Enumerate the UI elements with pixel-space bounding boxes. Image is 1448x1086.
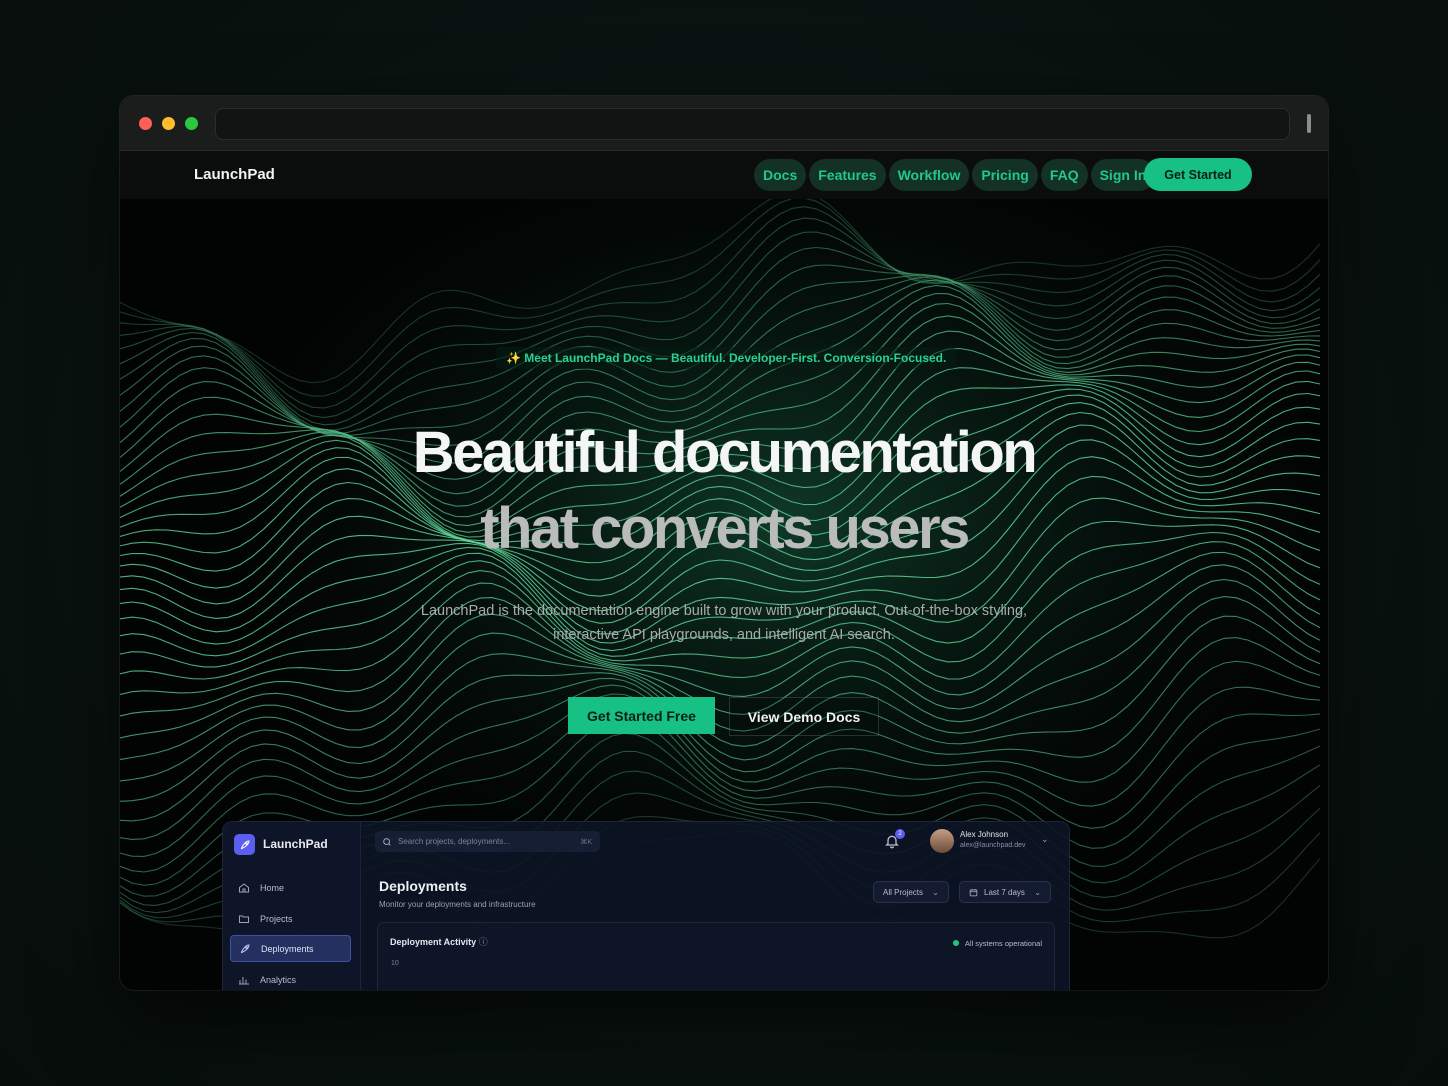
browser-window: LaunchPad Docs Features Workflow Pricing…: [120, 96, 1328, 990]
rocket-icon: [239, 942, 253, 956]
search-shortcut: ⌘K: [580, 838, 592, 846]
notification-count-badge: 2: [895, 829, 905, 839]
nav-links: Docs Features Workflow Pricing FAQ Sign …: [754, 159, 1156, 191]
announcement-badge[interactable]: ✨ Meet LaunchPad Docs — Beautiful. Devel…: [496, 347, 957, 369]
page-title: Deployments: [379, 878, 467, 894]
dashboard-sidebar: LaunchPad Home Projects Deployments Anal…: [223, 822, 361, 990]
folder-icon: [238, 912, 252, 926]
hero-section: ✨ Meet LaunchPad Docs — Beautiful. Devel…: [120, 199, 1328, 990]
nav-link-faq[interactable]: FAQ: [1040, 159, 1088, 191]
close-window-button[interactable]: [139, 117, 152, 130]
dashboard-preview: LaunchPad Home Projects Deployments Anal…: [222, 821, 1070, 990]
status-indicator: All systems operational: [952, 935, 1042, 951]
sidebar-item-label: Analytics: [260, 974, 297, 985]
chevron-down-icon[interactable]: ⌄: [1041, 834, 1049, 845]
get-started-free-button[interactable]: Get Started Free: [568, 697, 715, 734]
sidebar-item-label: Deployments: [261, 943, 314, 954]
info-icon: ⓘ: [478, 937, 488, 947]
nav-link-workflow[interactable]: Workflow: [888, 159, 970, 191]
nav-link-features[interactable]: Features: [809, 159, 886, 191]
browser-menu-handle[interactable]: [1307, 114, 1311, 133]
calendar-icon: [969, 888, 978, 896]
home-icon: [238, 881, 252, 895]
date-range-select[interactable]: Last 7 days ⌄: [959, 881, 1051, 903]
activity-sparkline: [378, 953, 1054, 990]
nav-link-pricing[interactable]: Pricing: [972, 159, 1038, 191]
search-icon: [383, 837, 391, 846]
date-range-label: Last 7 days: [984, 887, 1025, 897]
search-placeholder: Search projects, deployments...: [398, 837, 511, 846]
projects-filter-label: All Projects: [883, 887, 924, 897]
browser-chrome: [120, 96, 1328, 151]
rocket-logo-icon: [234, 834, 255, 855]
sidebar-item-analytics[interactable]: Analytics: [230, 966, 351, 990]
get-started-button[interactable]: Get Started: [1144, 158, 1252, 191]
deployment-activity-card: Deployment Activity ⓘ All systems operat…: [377, 922, 1055, 990]
hero-subtitle: LaunchPad is the documentation engine bu…: [420, 603, 1028, 643]
hero-title-line-2: that converts users: [480, 496, 970, 561]
status-dot: [952, 940, 959, 946]
chevron-down-icon: ⌄: [1034, 887, 1041, 897]
address-bar[interactable]: [215, 108, 1290, 140]
sidebar-item-projects[interactable]: Projects: [230, 905, 351, 932]
sidebar-item-label: Projects: [260, 913, 293, 924]
minimize-window-button[interactable]: [162, 117, 175, 130]
hero-title-line-1: Beautiful documentation: [412, 420, 1038, 485]
card-title: Deployment Activity ⓘ: [390, 937, 488, 947]
nav-link-docs[interactable]: Docs: [754, 159, 807, 191]
view-demo-docs-button[interactable]: View Demo Docs: [729, 697, 879, 736]
user-email: alex@launchpad.dev: [960, 842, 1026, 849]
bar-chart-icon: [238, 973, 252, 987]
dashboard-search-input[interactable]: Search projects, deployments... ⌘K: [375, 831, 600, 852]
page-subtitle: Monitor your deployments and infrastruct…: [379, 900, 536, 909]
sidebar-item-home[interactable]: Home: [230, 874, 351, 901]
site-navbar: LaunchPad Docs Features Workflow Pricing…: [120, 151, 1328, 199]
status-text: All systems operational: [964, 938, 1042, 948]
projects-filter-select[interactable]: All Projects ⌄: [873, 881, 949, 903]
chevron-down-icon: ⌄: [932, 887, 939, 897]
avatar[interactable]: [930, 829, 954, 853]
user-name: Alex Johnson: [960, 830, 1009, 839]
sidebar-item-label: Home: [260, 882, 285, 893]
brand-logo-text[interactable]: LaunchPad: [194, 166, 275, 183]
sidebar-item-deployments[interactable]: Deployments: [230, 935, 351, 962]
maximize-window-button[interactable]: [185, 117, 198, 130]
dashboard-brand: LaunchPad: [263, 837, 328, 851]
